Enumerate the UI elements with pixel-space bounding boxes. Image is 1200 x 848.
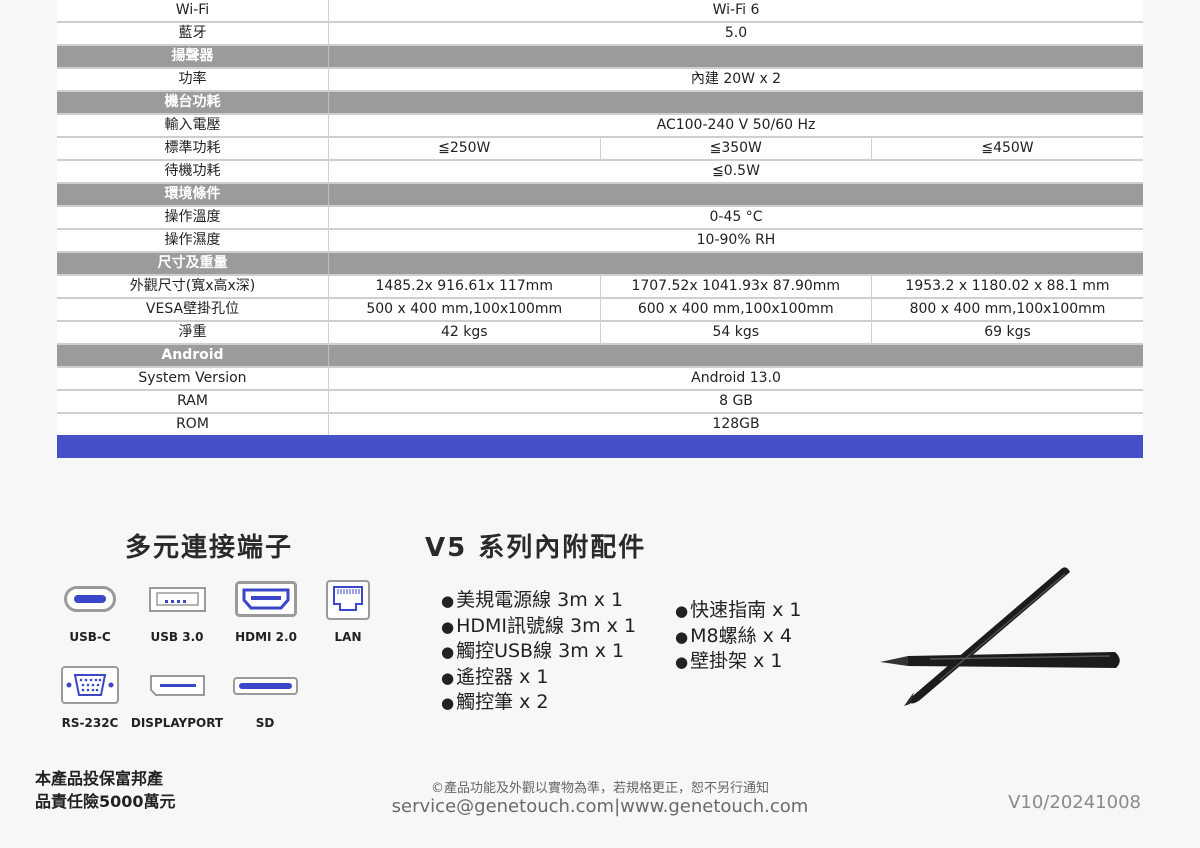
accessories-list-2: 快速指南 x 1 M8螺絲 x 4 壁掛架 x 1 bbox=[675, 598, 802, 675]
spec-value: AC100-240 V 50/60 Hz bbox=[328, 114, 1143, 138]
spec-row: 藍牙 5.0 bbox=[57, 22, 1143, 46]
spec-label: 操作濕度 bbox=[57, 229, 329, 253]
port-label: DISPLAYPORT bbox=[130, 716, 224, 730]
spec-section-row: 環境條件 bbox=[57, 183, 1143, 207]
accessories-title: V5 系列內附配件 bbox=[425, 533, 647, 563]
spec-label: 待機功耗 bbox=[57, 160, 329, 184]
spec-section-fill bbox=[328, 45, 1143, 69]
spec-row: 待機功耗 ≦0.5W bbox=[57, 160, 1143, 184]
spec-label: 輸入電壓 bbox=[57, 114, 329, 138]
stylus-pens-image bbox=[880, 567, 1120, 706]
spec-section-fill bbox=[328, 91, 1143, 115]
spec-table: Wi-Fi Wi-Fi 6 藍牙 5.0 揚聲器 功率 內建 20W x 2 機台功耗 輸入電壓… bbox=[57, 0, 1143, 437]
spec-row: 淨重 42 kgs 54 kgs 69 kgs bbox=[57, 321, 1143, 345]
spec-value: 69 kgs bbox=[871, 321, 1143, 345]
spec-row: ROM 128GB bbox=[57, 413, 1143, 437]
spec-row: 操作溫度 0-45 °C bbox=[57, 206, 1143, 230]
spec-label: 外觀尺寸(寬x高x深) bbox=[57, 275, 329, 299]
spec-row: 外觀尺寸(寬x高x深) 1485.2x 916.61x 117mm 1707.52x… bbox=[57, 275, 1143, 299]
spec-label: ROM bbox=[57, 413, 329, 437]
port-label: USB 3.0 bbox=[150, 630, 204, 644]
spec-section-fill bbox=[328, 252, 1143, 276]
port-label: LAN bbox=[334, 630, 362, 644]
spec-label: System Version bbox=[57, 367, 329, 391]
port-label: HDMI 2.0 bbox=[235, 630, 297, 644]
accessory-item: HDMI訊號線 3m x 1 bbox=[441, 614, 636, 640]
spec-section-label: 揚聲器 bbox=[57, 45, 329, 69]
spec-value: ≦450W bbox=[871, 137, 1143, 161]
spec-section-label: Android bbox=[57, 344, 329, 368]
spec-label: Wi-Fi bbox=[57, 0, 329, 23]
spec-value: Android 13.0 bbox=[328, 367, 1143, 391]
displayport-icon bbox=[150, 675, 205, 696]
spec-row: System Version Android 13.0 bbox=[57, 367, 1143, 391]
spec-value: 0-45 °C bbox=[328, 206, 1143, 230]
accessory-item: 壁掛架 x 1 bbox=[675, 649, 802, 675]
spec-section-row: 機台功耗 bbox=[57, 91, 1143, 115]
spec-section-label: 機台功耗 bbox=[57, 91, 329, 115]
spec-row: 功率 內建 20W x 2 bbox=[57, 68, 1143, 92]
spec-label: VESA壁掛孔位 bbox=[57, 298, 329, 322]
spec-value: 54 kgs bbox=[599, 321, 872, 345]
spec-label: 藍牙 bbox=[57, 22, 329, 46]
spec-value: ≦350W bbox=[599, 137, 872, 161]
spec-label: 淨重 bbox=[57, 321, 329, 345]
spec-value: 8 GB bbox=[328, 390, 1143, 414]
port-label: USB-C bbox=[69, 630, 111, 644]
spec-value: 1485.2x 916.61x 117mm bbox=[328, 275, 600, 299]
spec-section-label: 環境條件 bbox=[57, 183, 329, 207]
spec-value: 128GB bbox=[328, 413, 1143, 437]
version-label: V10/20241008 bbox=[1008, 792, 1141, 813]
spec-value: 500 x 400 mm,100x100mm bbox=[328, 298, 600, 322]
usb-c-port-icon bbox=[64, 586, 116, 612]
spec-section-label: 尺寸及重量 bbox=[57, 252, 329, 276]
spec-value: 內建 20W x 2 bbox=[328, 68, 1143, 92]
accessory-item: 觸控筆 x 2 bbox=[441, 690, 636, 716]
table-footer-bar bbox=[57, 435, 1143, 458]
spec-section-row: 揚聲器 bbox=[57, 45, 1143, 69]
ports-title: 多元連接端子 bbox=[125, 533, 294, 563]
spec-value: ≦0.5W bbox=[328, 160, 1143, 184]
spec-value: 600 x 400 mm,100x100mm bbox=[599, 298, 872, 322]
accessories-list-1: 美規電源線 3m x 1 HDMI訊號線 3m x 1 觸控USB線 3m x … bbox=[441, 588, 636, 716]
spec-row: VESA壁掛孔位 500 x 400 mm,100x100mm 600 x 400 … bbox=[57, 298, 1143, 322]
hdmi-port-icon bbox=[235, 581, 297, 617]
spec-row: 輸入電壓 AC100-240 V 50/60 Hz bbox=[57, 114, 1143, 138]
spec-value: 1953.2 x 1180.02 x 88.1 mm bbox=[871, 275, 1143, 299]
accessory-item: 遙控器 x 1 bbox=[441, 665, 636, 691]
spec-row: RAM 8 GB bbox=[57, 390, 1143, 414]
spec-row: 操作濕度 10-90% RH bbox=[57, 229, 1143, 253]
usb-a-port-icon bbox=[149, 587, 206, 612]
spec-label: 操作溫度 bbox=[57, 206, 329, 230]
accessory-item: 美規電源線 3m x 1 bbox=[441, 588, 636, 614]
spec-value: 5.0 bbox=[328, 22, 1143, 46]
spec-row: 標準功耗 ≦250W ≦350W ≦450W bbox=[57, 137, 1143, 161]
spec-value: 800 x 400 mm,100x100mm bbox=[871, 298, 1143, 322]
accessory-item: 快速指南 x 1 bbox=[675, 598, 801, 624]
spec-row: Wi-Fi Wi-Fi 6 bbox=[57, 0, 1143, 23]
sd-slot-icon bbox=[233, 677, 298, 695]
spec-value: 1707.52x 1041.93x 87.90mm bbox=[599, 275, 872, 299]
accessory-item: 觸控USB線 3m x 1 bbox=[441, 639, 636, 665]
spec-value: ≦250W bbox=[328, 137, 600, 161]
port-label: SD bbox=[255, 716, 275, 730]
spec-section-fill bbox=[328, 344, 1143, 368]
spec-value: 10-90% RH bbox=[328, 229, 1143, 253]
lan-port-icon bbox=[326, 580, 370, 620]
spec-value: 42 kgs bbox=[328, 321, 600, 345]
spec-section-fill bbox=[328, 183, 1143, 207]
accessory-item: M8螺絲 x 4 bbox=[675, 624, 802, 650]
port-label: RS-232C bbox=[61, 716, 119, 730]
spec-section-row: 尺寸及重量 bbox=[57, 252, 1143, 276]
rs232-port-icon bbox=[61, 666, 119, 704]
spec-label: 功率 bbox=[57, 68, 329, 92]
spec-label: RAM bbox=[57, 390, 329, 414]
spec-label: 標準功耗 bbox=[57, 137, 329, 161]
spec-section-row: Android bbox=[57, 344, 1143, 368]
spec-value: Wi-Fi 6 bbox=[328, 0, 1143, 23]
